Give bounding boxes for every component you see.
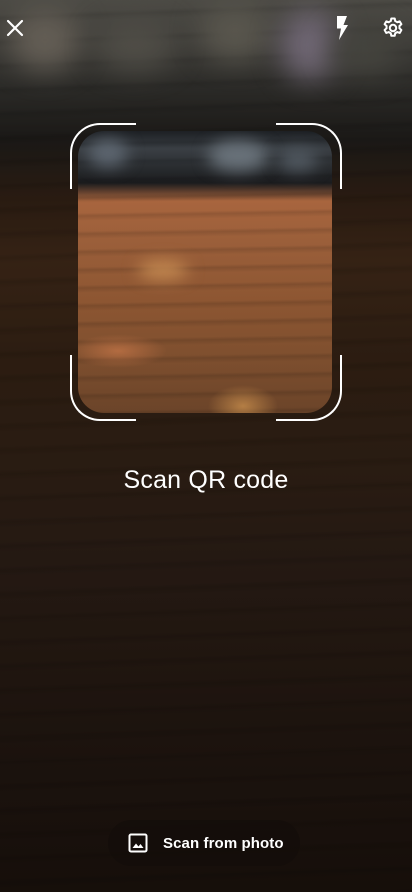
viewfinder-corner-top-left — [70, 123, 136, 189]
viewfinder-corner-bottom-right — [276, 355, 342, 421]
scan-from-photo-button[interactable]: Scan from photo — [108, 820, 300, 866]
viewfinder-corner-bottom-left — [70, 355, 136, 421]
scan-instruction-text: Scan QR code — [123, 466, 289, 494]
flash-button[interactable] — [324, 10, 360, 46]
flash-icon — [337, 16, 348, 40]
viewfinder-corner-top-right — [276, 123, 342, 189]
scan-from-photo-label: Scan from photo — [163, 834, 284, 852]
settings-button[interactable] — [375, 10, 411, 46]
close-icon — [6, 19, 24, 37]
top-toolbar — [0, 0, 412, 58]
qr-scanner-screen: Scan QR code Scan from photo — [0, 0, 412, 892]
gear-icon — [383, 17, 403, 37]
image-icon — [128, 833, 148, 853]
close-button[interactable] — [0, 10, 33, 46]
